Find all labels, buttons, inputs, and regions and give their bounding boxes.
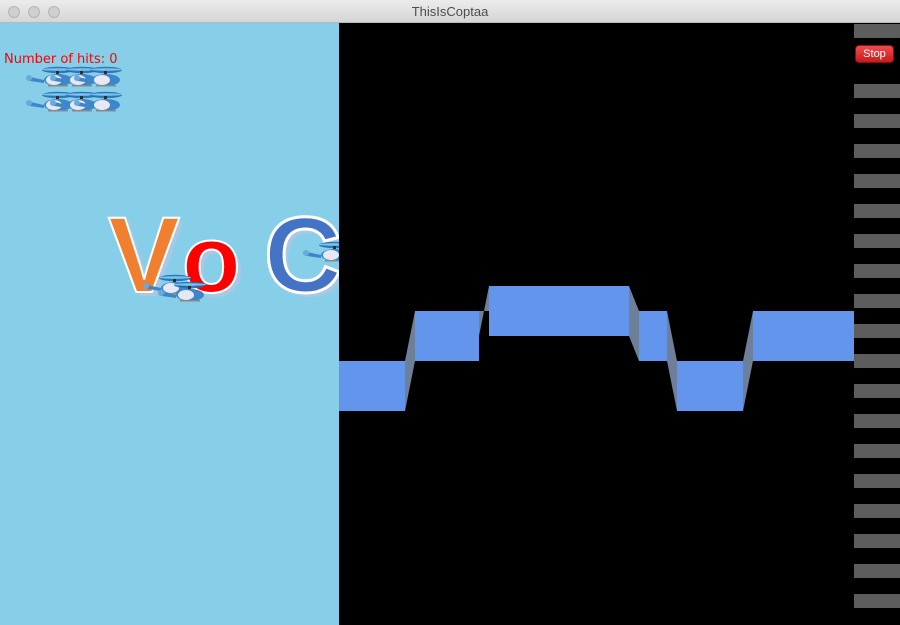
lane-marker — [854, 24, 900, 38]
terrain-slope — [667, 311, 677, 411]
terrain — [339, 286, 854, 411]
lane-marker — [854, 114, 900, 128]
lane-marker — [854, 504, 900, 518]
terrain-block — [415, 311, 479, 361]
lane-marker — [854, 294, 900, 308]
lane-marker — [854, 474, 900, 488]
lane-marker — [854, 384, 900, 398]
terrain-block — [677, 361, 743, 411]
terrain-block — [639, 311, 667, 361]
stop-button[interactable]: Stop — [855, 45, 894, 63]
lane-marker — [854, 84, 900, 98]
lane-marker — [854, 534, 900, 548]
terrain-slope — [405, 311, 415, 411]
terrain-canvas — [339, 286, 854, 411]
lane-marker — [854, 234, 900, 248]
lane-marker — [854, 174, 900, 188]
app-window: ThisIsCoptaa Number of hits: 0 V V o o C… — [0, 0, 900, 625]
lane-marker — [854, 444, 900, 458]
lane-marker — [854, 204, 900, 218]
lane-marker — [854, 354, 900, 368]
voc-logo: V V o o C C — [107, 193, 339, 320]
lane-marker — [854, 564, 900, 578]
title-bar: ThisIsCoptaa — [0, 0, 900, 23]
lane-marker — [854, 594, 900, 608]
terrain-block — [753, 311, 854, 361]
terrain-block — [489, 286, 629, 336]
info-panel: Number of hits: 0 V V o o C C — [0, 23, 339, 625]
lane-marker — [854, 414, 900, 428]
terrain-slope — [743, 311, 753, 411]
window-title: ThisIsCoptaa — [411, 4, 489, 19]
info-panel-canvas: V V o o C C — [26, 66, 339, 320]
terrain-slope — [479, 286, 489, 336]
lane-marker — [854, 324, 900, 338]
lane-marker — [854, 264, 900, 278]
terrain-block — [339, 361, 405, 411]
game-area[interactable] — [339, 23, 854, 625]
lives-indicator — [26, 66, 122, 112]
lane-marker — [854, 144, 900, 158]
terrain-slope — [629, 286, 639, 361]
